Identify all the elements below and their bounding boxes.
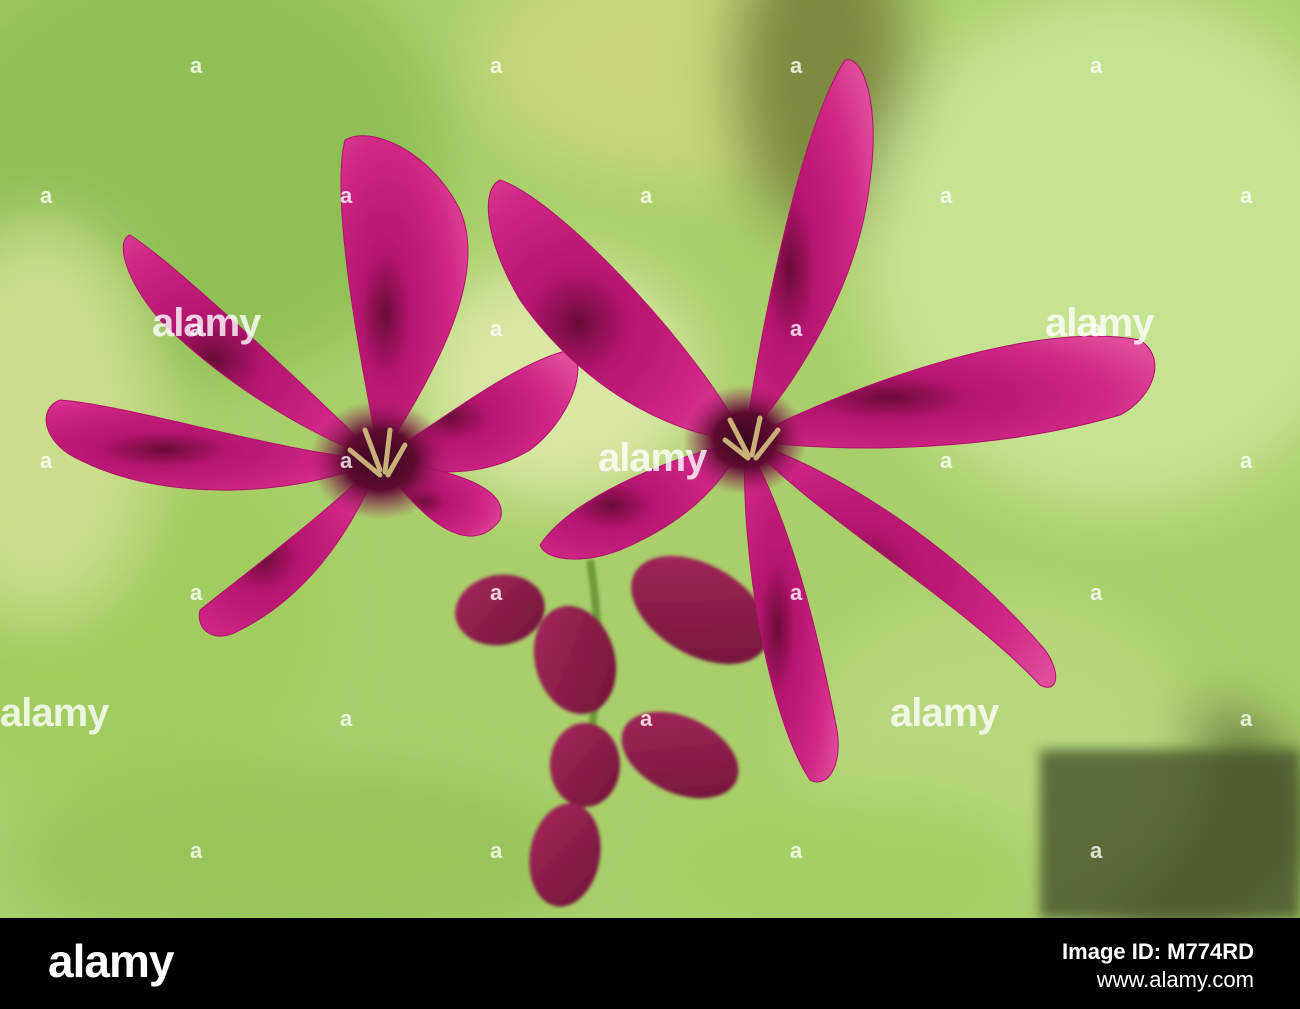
footer-meta: Image ID: M774RD www.alamy.com bbox=[1062, 938, 1254, 993]
site-url[interactable]: www.alamy.com bbox=[1062, 966, 1254, 994]
image-id: Image ID: M774RD bbox=[1062, 939, 1254, 964]
pink-flower-photo-icon bbox=[0, 0, 1300, 918]
footer-logo[interactable]: alamy bbox=[48, 938, 174, 984]
flower-photo: a a a a a a a a a alamy alamy a a a a al… bbox=[0, 0, 1300, 918]
stock-image-page: a a a a a a a a a alamy alamy a a a a al… bbox=[0, 0, 1300, 1009]
footer-bar: alamy Image ID: M774RD www.alamy.com bbox=[0, 918, 1300, 1009]
